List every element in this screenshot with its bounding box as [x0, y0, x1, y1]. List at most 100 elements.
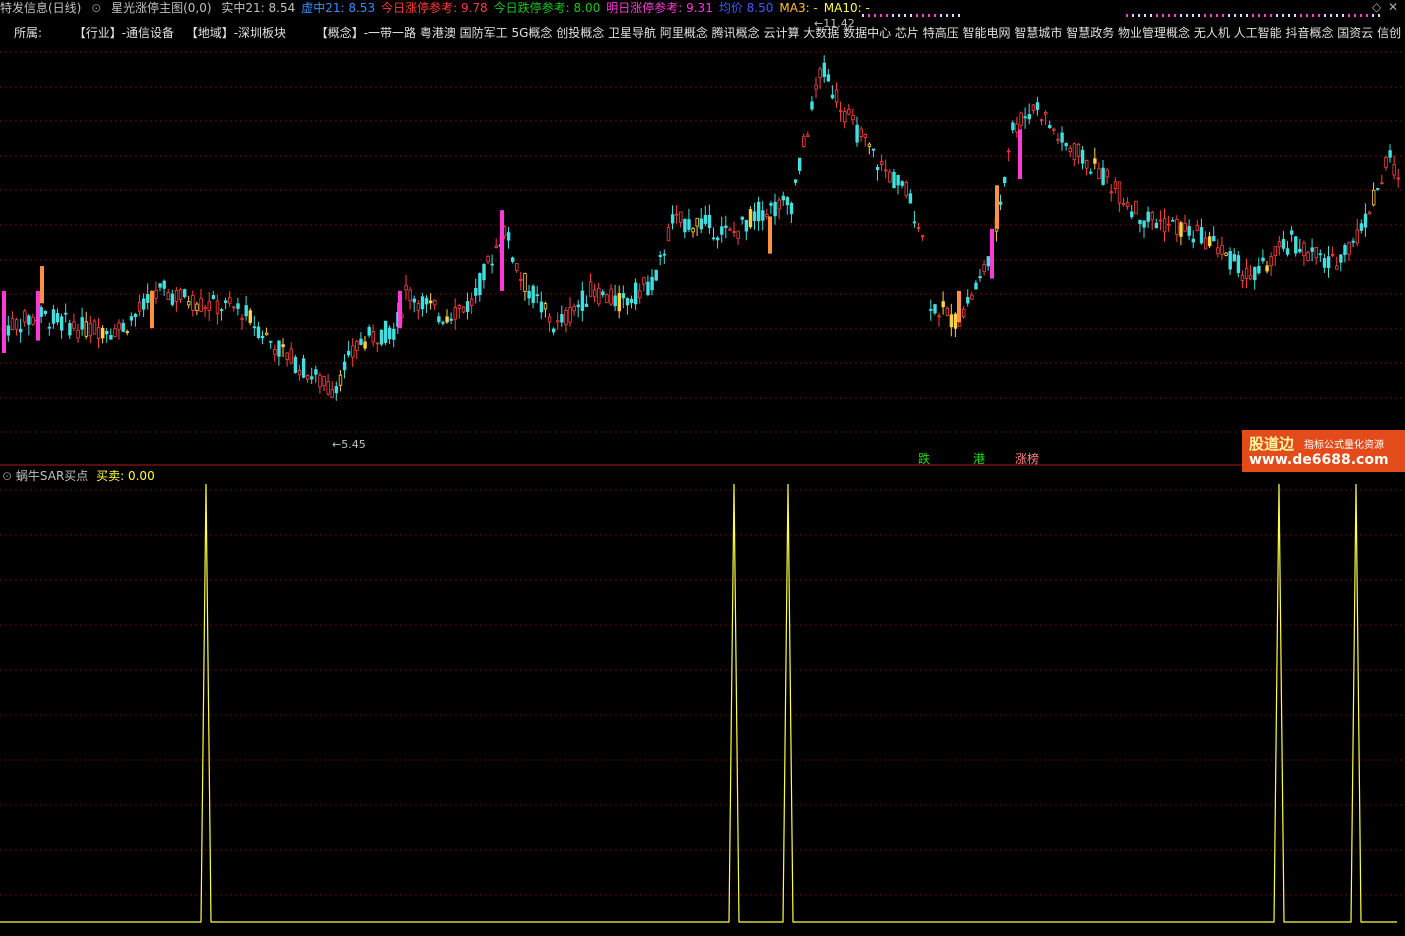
candle: [900, 180, 904, 189]
candle: [244, 295, 248, 321]
candle: [1220, 236, 1224, 260]
candle: [96, 318, 101, 349]
candle: [1281, 230, 1286, 252]
candle: [839, 101, 843, 122]
candle: [318, 372, 322, 394]
candle: [223, 297, 228, 310]
high-label: ←11.42: [814, 17, 855, 30]
candle: [707, 204, 712, 235]
candle: [1244, 258, 1249, 289]
candle: [642, 276, 646, 292]
candle: [256, 321, 261, 340]
sar-signal-panel[interactable]: [0, 466, 1405, 936]
candle: [531, 284, 535, 309]
candle: [1208, 231, 1212, 249]
promo-banner[interactable]: 股道边 指标公式量化资源 www.de6688.com: [1242, 430, 1405, 472]
candle: [31, 313, 35, 326]
candle: [1363, 203, 1368, 237]
candle: [342, 354, 347, 379]
candle: [843, 107, 847, 129]
candle: [1285, 240, 1290, 257]
candle: [80, 307, 84, 336]
candle: [1031, 103, 1036, 115]
candle: [1384, 155, 1388, 171]
candle: [387, 325, 392, 345]
candle: [806, 131, 810, 138]
candle: [121, 319, 125, 333]
tag-die: 跌: [918, 452, 931, 466]
candle: [757, 196, 761, 231]
candle: [355, 339, 359, 360]
tag-zhangbang: 涨榜: [1015, 452, 1040, 466]
candle: [72, 313, 76, 332]
candle: [433, 299, 437, 311]
candle: [1232, 248, 1236, 262]
candle: [691, 226, 695, 238]
candle: [748, 206, 753, 229]
candle: [260, 330, 265, 345]
candle: [1351, 237, 1355, 248]
candle: [228, 290, 232, 307]
highlight-candle: [995, 185, 999, 229]
candle: [305, 374, 310, 383]
candle: [777, 197, 781, 220]
candle: [1306, 250, 1310, 262]
candle: [60, 313, 64, 339]
sar-signal-line: [0, 483, 1397, 923]
candle: [1113, 177, 1118, 194]
candle: [1240, 270, 1245, 289]
candle: [1121, 197, 1126, 207]
candle: [539, 291, 544, 320]
candle: [970, 291, 974, 300]
candle: [863, 133, 867, 147]
sub-collapse-icon[interactable]: ⊙: [2, 469, 12, 483]
candle: [929, 299, 933, 321]
candle: [1089, 168, 1093, 175]
candle: [1212, 226, 1216, 242]
candle: [486, 255, 490, 265]
candle: [1109, 184, 1113, 202]
candle: [166, 288, 170, 301]
candle: [392, 322, 396, 348]
candle: [1064, 142, 1068, 151]
candle: [457, 303, 462, 319]
candle: [937, 312, 941, 327]
candle: [568, 297, 572, 327]
candle: [1388, 144, 1392, 163]
candle: [314, 365, 318, 383]
candle: [383, 320, 388, 346]
candle: [490, 254, 494, 274]
candle: [1105, 168, 1109, 184]
candle: [338, 370, 343, 392]
candle: [215, 294, 220, 325]
candle: [908, 189, 913, 204]
candle: [621, 285, 626, 309]
candle: [945, 306, 949, 317]
candle: [92, 319, 97, 335]
candle: [113, 324, 117, 338]
candle: [322, 375, 326, 392]
candle: [724, 215, 728, 239]
candle: [752, 202, 757, 230]
candle: [158, 283, 162, 292]
candle: [732, 221, 736, 238]
candle: [51, 304, 56, 329]
promo-title: 股道边: [1249, 435, 1295, 453]
candle: [1294, 236, 1298, 257]
candle: [494, 238, 498, 249]
candle: [146, 283, 150, 310]
candle: [1187, 219, 1191, 240]
candle: [978, 268, 982, 282]
candle: [818, 66, 822, 89]
candlestick-chart[interactable]: [0, 0, 1405, 466]
candle: [535, 285, 539, 304]
candle: [1339, 254, 1343, 272]
candle: [43, 309, 47, 317]
candle: [847, 104, 851, 116]
candle: [609, 284, 613, 307]
candle: [1191, 230, 1195, 249]
candle: [474, 278, 478, 304]
candle: [162, 279, 166, 296]
sub-panel-title[interactable]: 蜗牛SAR买点: [16, 469, 88, 483]
candle: [219, 307, 224, 321]
